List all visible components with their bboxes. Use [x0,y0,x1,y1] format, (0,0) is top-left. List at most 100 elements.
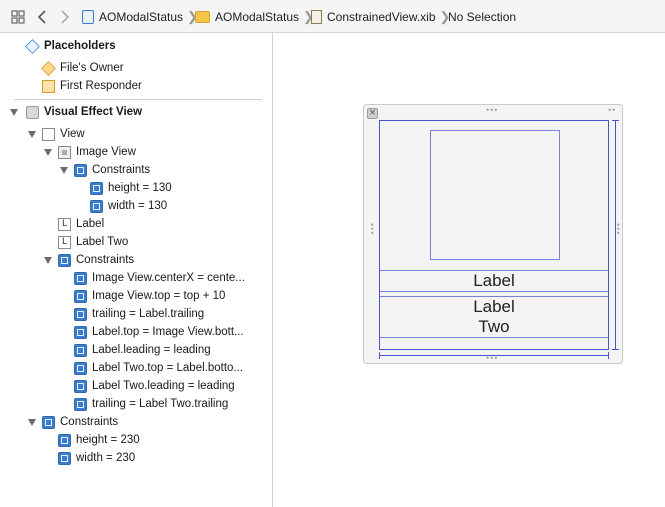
outline-item-label: First Responder [60,80,142,92]
constraints-icon [42,415,55,429]
label-two-text: Two [478,317,510,336]
constraint-icon [74,343,87,357]
outline-item-label: trailing = Label Two.trailing [92,398,229,410]
scene-frame[interactable]: × ••• •• ••• ••• ••• Label Label Two [363,104,623,364]
disclosure-triangle-icon[interactable] [60,167,68,174]
breadcrumb-project[interactable]: AOModalStatus ❯ [82,0,198,33]
outline-item-image-view-constraints[interactable]: Constraints [74,161,150,179]
constraints-icon [58,253,71,267]
disclosure-triangle-icon[interactable] [28,131,36,138]
outline-item-label: Constraints [76,254,135,266]
label-view[interactable]: Label [380,270,608,292]
outline-item-label: Image View.top = top + 10 [92,290,226,302]
outline-item-constraint[interactable]: Label.leading = leading [74,341,211,359]
label-icon: L [58,235,71,249]
close-icon[interactable]: × [367,108,378,119]
outline-item-constraint[interactable]: Label Two.leading = leading [74,377,235,395]
resize-handle-icon[interactable]: •• [608,105,616,115]
outline-item-first-responder[interactable]: First Responder [42,77,142,95]
jump-bar: AOModalStatus ❯ AOModalStatus ❯ Constrai… [0,0,665,33]
outline-item-label: Constraints [60,416,119,428]
outline-item-label: Label.top = Image View.bott... [92,326,244,338]
outline-item-label: height = 230 [76,434,140,446]
outline-divider [14,99,262,100]
outline-item-label: File's Owner [60,62,124,74]
cube-icon [25,38,40,54]
outline-item-view[interactable]: View [42,125,85,143]
image-view[interactable] [430,130,560,260]
label-text: Label [473,271,515,290]
outline-item-label: Image View [76,146,136,158]
width-constraint-icon [90,199,103,213]
outline-item-constraint[interactable]: width = 230 [58,449,135,467]
breadcrumb-group[interactable]: AOModalStatus ❯ [195,0,314,33]
breadcrumb-label: AOModalStatus [99,9,184,24]
outline-item-label: Label Two [76,236,129,248]
constraint-icon [74,307,87,321]
outline-item-label-two[interactable]: L Label Two [58,233,128,251]
breadcrumb-selection[interactable]: No Selection [448,0,516,33]
outline-item-label: trailing = Label.trailing [92,308,205,320]
constraint-icon [74,379,87,393]
forward-arrow-icon[interactable] [60,0,70,33]
outline-item-label: Visual Effect View [44,106,143,118]
first-responder-icon [42,79,55,93]
folder-icon [195,10,210,23]
outline-item-label: Label Two.top = Label.botto... [92,362,243,374]
outline-item-label: height = 130 [108,182,172,194]
height-constraint-line [615,120,616,350]
related-items-icon[interactable] [11,0,25,33]
outline-item-constraint[interactable]: trailing = Label Two.trailing [74,395,228,413]
outline-item-label: width = 130 [108,200,168,212]
label-icon: L [58,217,71,231]
placeholders-label: Placeholders [44,40,116,52]
constraint-icon [74,325,87,339]
outline-item-constraint[interactable]: Image View.centerX = cente... [74,269,245,287]
width-constraint-cap [379,352,380,359]
resize-handle-icon[interactable]: ••• [486,105,498,115]
outline-item-view-constraints[interactable]: Constraints [58,251,134,269]
width-constraint-cap [608,352,609,359]
visual-effect-view[interactable]: Label Label Two [379,120,609,350]
outline-item-label: View [60,128,85,140]
outline-item-constraint[interactable]: Label.top = Image View.bott... [74,323,244,341]
outline-item-visual-effect-view[interactable]: Visual Effect View [26,103,142,121]
outline-item-constraint[interactable]: height = 230 [58,431,140,449]
outline-item-label[interactable]: L Label [58,215,104,233]
disclosure-triangle-icon[interactable] [28,419,36,426]
outline-item-placeholders[interactable]: Placeholders [25,37,116,55]
outline-item-constraint[interactable]: width = 130 [90,197,167,215]
breadcrumb-label: AOModalStatus [215,9,300,24]
interface-builder-canvas[interactable]: × ••• •• ••• ••• ••• Label Label Two [274,33,665,507]
outline-item-constraint[interactable]: Image View.top = top + 10 [74,287,225,305]
back-arrow-icon[interactable] [37,0,47,33]
disclosure-triangle-icon[interactable] [10,109,18,116]
document-outline: Placeholders File's Owner First Responde… [0,33,273,507]
resize-handle-icon[interactable]: ••• [367,223,377,235]
outline-item-constraint[interactable]: Label Two.top = Label.botto... [74,359,243,377]
breadcrumb-file[interactable]: ConstrainedView.xib ❯ [311,0,450,33]
outline-item-constraint[interactable]: height = 130 [90,179,172,197]
label-two-view[interactable]: Label Two [380,296,608,338]
label-two-text: Label [473,297,515,316]
constraint-icon [74,361,87,375]
height-constraint-icon [90,181,103,195]
constraint-icon [74,289,87,303]
outline-item-constraint[interactable]: trailing = Label.trailing [74,305,204,323]
width-constraint-icon [58,451,71,465]
outline-item-vev-constraints[interactable]: Constraints [42,413,118,431]
height-constraint-icon [58,433,71,447]
outline-item-label: Label Two.leading = leading [92,380,235,392]
constraint-icon [74,397,87,411]
outline-item-image-view[interactable]: Image View [58,143,136,161]
outline-item-label: Constraints [92,164,151,176]
image-view-icon [58,145,71,159]
disclosure-triangle-icon[interactable] [44,149,52,156]
breadcrumb-label: No Selection [448,9,517,24]
height-constraint-cap [612,349,619,350]
project-icon [82,9,94,24]
width-constraint-line [379,355,609,356]
disclosure-triangle-icon[interactable] [44,257,52,264]
visual-effect-view-icon [26,105,39,119]
outline-item-files-owner[interactable]: File's Owner [41,59,124,77]
